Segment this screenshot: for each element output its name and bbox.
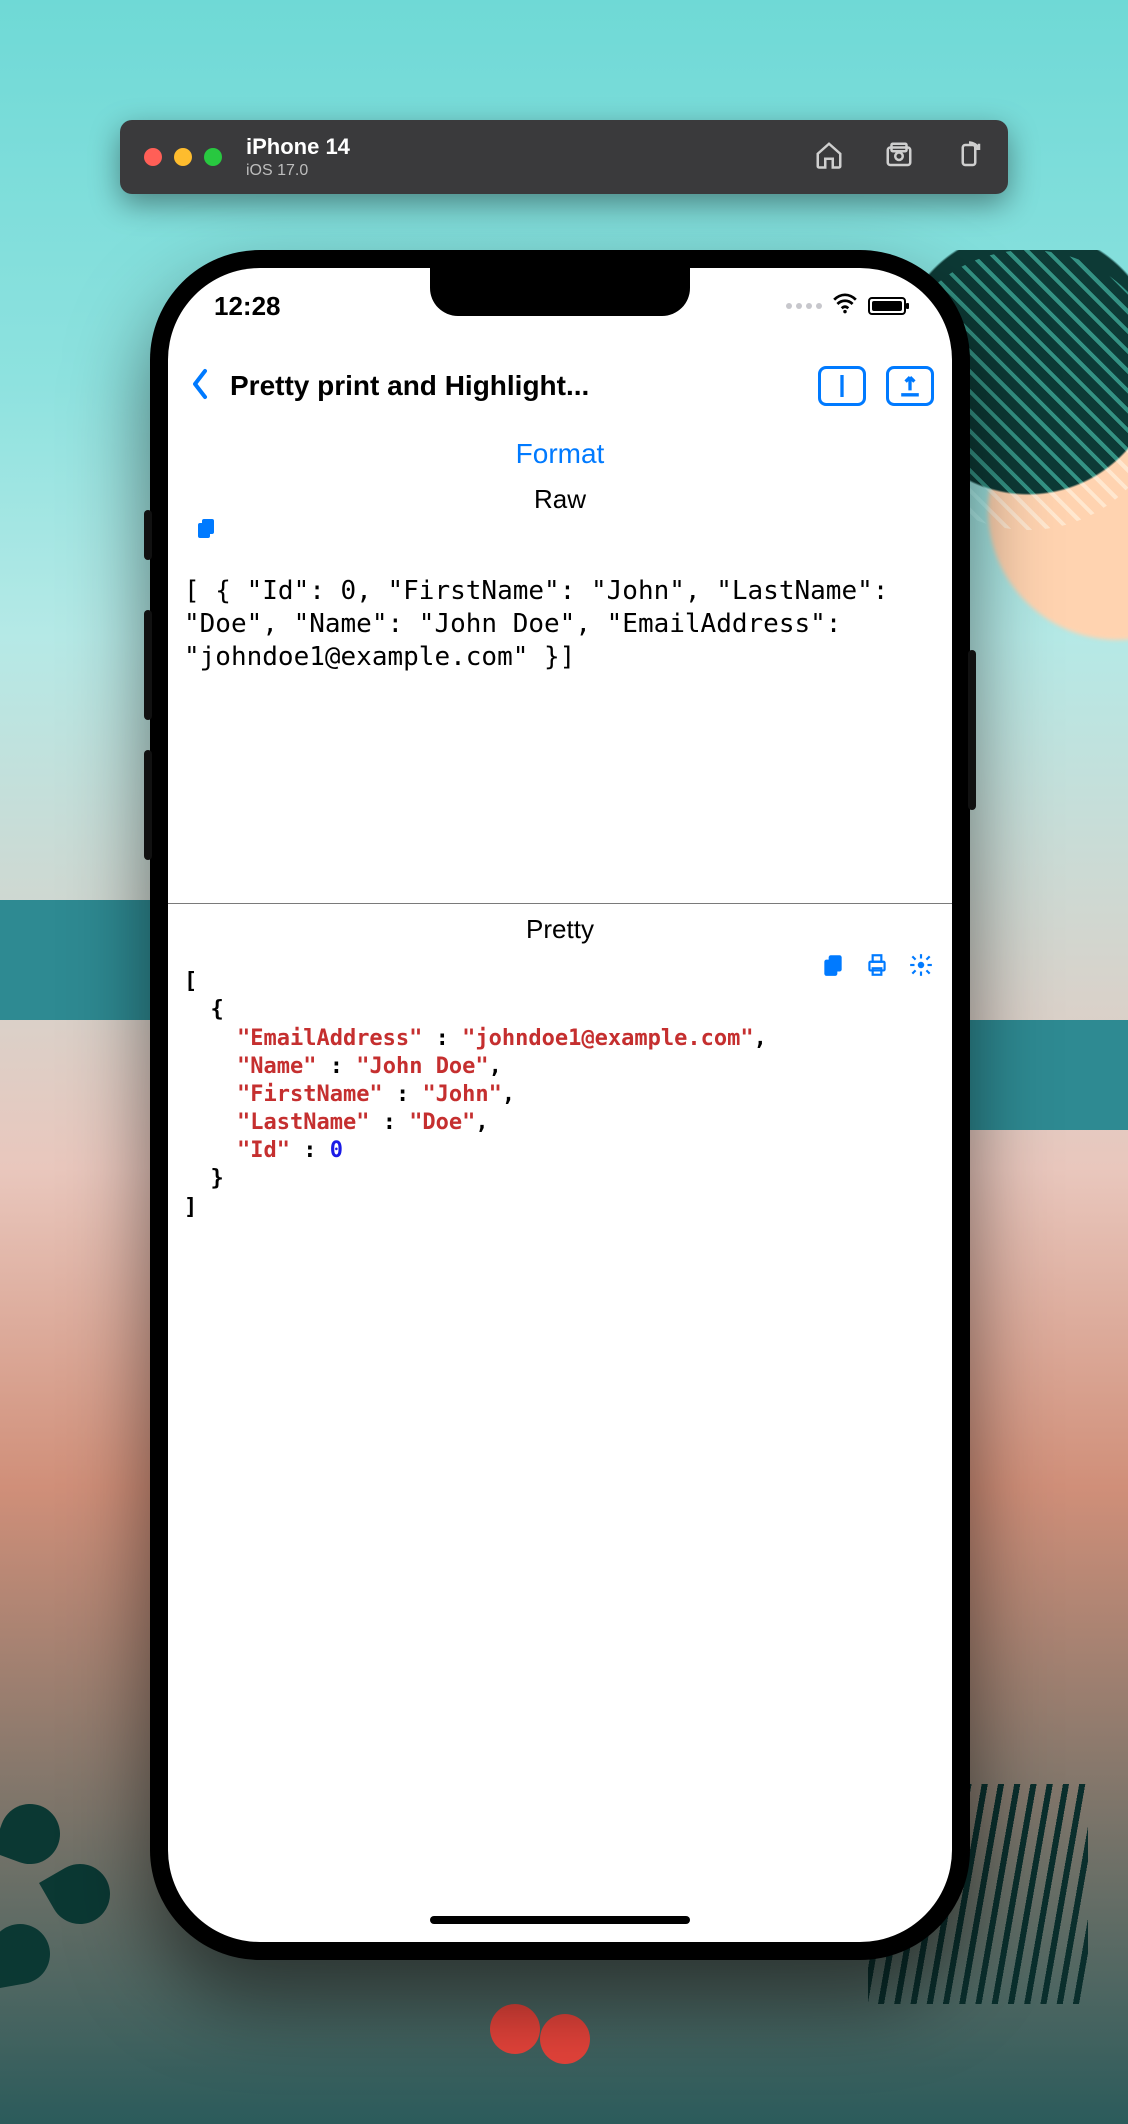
status-time: 12:28 bbox=[214, 291, 281, 322]
phone-screen: 12:28 Pretty print and Highlight... bbox=[168, 268, 952, 1942]
iphone-frame: 12:28 Pretty print and Highlight... bbox=[150, 250, 970, 1960]
screenshot-icon[interactable] bbox=[884, 140, 914, 175]
rotate-icon[interactable] bbox=[954, 140, 984, 175]
pretty-section-label: Pretty bbox=[168, 914, 952, 945]
split-view-button[interactable] bbox=[818, 366, 866, 406]
notch bbox=[430, 268, 690, 316]
home-indicator[interactable] bbox=[430, 1916, 690, 1924]
section-divider bbox=[168, 903, 952, 904]
pretty-json-view[interactable]: [ { "EmailAddress" : "johndoe1@example.c… bbox=[168, 954, 952, 1221]
raw-json-text[interactable]: [ { "Id": 0, "FirstName": "John", "LastN… bbox=[168, 571, 952, 673]
navigation-bar: Pretty print and Highlight... bbox=[168, 354, 952, 418]
zoom-window-button[interactable] bbox=[204, 148, 222, 166]
volume-up-button[interactable] bbox=[144, 610, 152, 720]
simulator-toolbar: iPhone 14 iOS 17.0 bbox=[120, 120, 1008, 194]
raw-section-label: Raw bbox=[168, 484, 952, 515]
volume-down-button[interactable] bbox=[144, 750, 152, 860]
back-button[interactable] bbox=[186, 367, 216, 406]
simulator-title-block: iPhone 14 iOS 17.0 bbox=[246, 134, 350, 180]
minimize-window-button[interactable] bbox=[174, 148, 192, 166]
home-icon[interactable] bbox=[814, 140, 844, 175]
format-button[interactable]: Format bbox=[168, 438, 952, 470]
highlight-button[interactable] bbox=[908, 952, 934, 983]
cellular-icon bbox=[786, 303, 822, 309]
close-window-button[interactable] bbox=[144, 148, 162, 166]
ringer-switch[interactable] bbox=[144, 510, 152, 560]
wifi-icon bbox=[832, 291, 858, 322]
simulator-os-version: iOS 17.0 bbox=[246, 162, 350, 180]
simulator-device-name: iPhone 14 bbox=[246, 134, 350, 160]
copy-pretty-button[interactable] bbox=[820, 952, 846, 983]
page-title: Pretty print and Highlight... bbox=[230, 370, 589, 402]
share-button[interactable] bbox=[886, 366, 934, 406]
copy-raw-button[interactable] bbox=[194, 516, 218, 545]
side-button[interactable] bbox=[968, 650, 976, 810]
window-controls bbox=[144, 148, 222, 166]
battery-icon bbox=[868, 297, 906, 315]
app-content: Format Raw [ { "Id": 0, "FirstName": "Jo… bbox=[168, 428, 952, 1902]
print-button[interactable] bbox=[864, 952, 890, 983]
